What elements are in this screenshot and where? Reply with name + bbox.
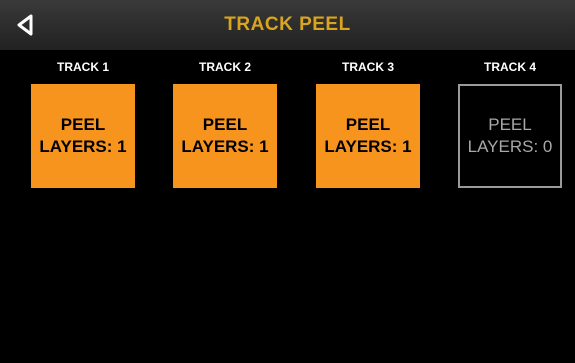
pad-line-layers: LAYERS: 1	[324, 137, 412, 156]
track-column-2: TRACK 2 PEEL LAYERS: 1	[173, 55, 277, 188]
track-column-3: TRACK 3 PEEL LAYERS: 1	[316, 55, 420, 188]
track-label: TRACK 4	[483, 60, 536, 74]
peel-pad-track-3[interactable]: PEEL LAYERS: 1	[316, 84, 420, 188]
track-label: TRACK 3	[341, 60, 394, 74]
header-bar: TRACK PEEL	[0, 0, 575, 50]
pad-line-peel: PEEL	[345, 115, 391, 134]
track-column-4: TRACK 4 PEEL LAYERS: 0	[458, 55, 562, 188]
peel-pad-track-2[interactable]: PEEL LAYERS: 1	[173, 84, 277, 188]
pad-line-layers: LAYERS: 1	[39, 137, 127, 156]
peel-pad-track-4[interactable]: PEEL LAYERS: 0	[458, 84, 562, 188]
track-column-1: TRACK 1 PEEL LAYERS: 1	[31, 55, 135, 188]
track-label: TRACK 1	[56, 60, 109, 74]
track-grid: TRACK 1 PEEL LAYERS: 1 TRACK 2 PEEL LAYE…	[0, 55, 575, 195]
pad-line-peel: PEEL	[60, 115, 106, 134]
pad-line-peel: PEEL	[202, 115, 248, 134]
track-peel-screen: TRACK PEEL TRACK 1 PEEL LAYERS: 1 TRACK …	[0, 0, 575, 363]
pad-line-layers: LAYERS: 1	[181, 137, 269, 156]
page-title: TRACK PEEL	[224, 14, 351, 35]
track-label: TRACK 2	[198, 60, 251, 74]
pad-line-peel: PEEL	[488, 115, 532, 134]
peel-pad-track-1[interactable]: PEEL LAYERS: 1	[31, 84, 135, 188]
pad-line-layers: LAYERS: 0	[467, 137, 553, 156]
